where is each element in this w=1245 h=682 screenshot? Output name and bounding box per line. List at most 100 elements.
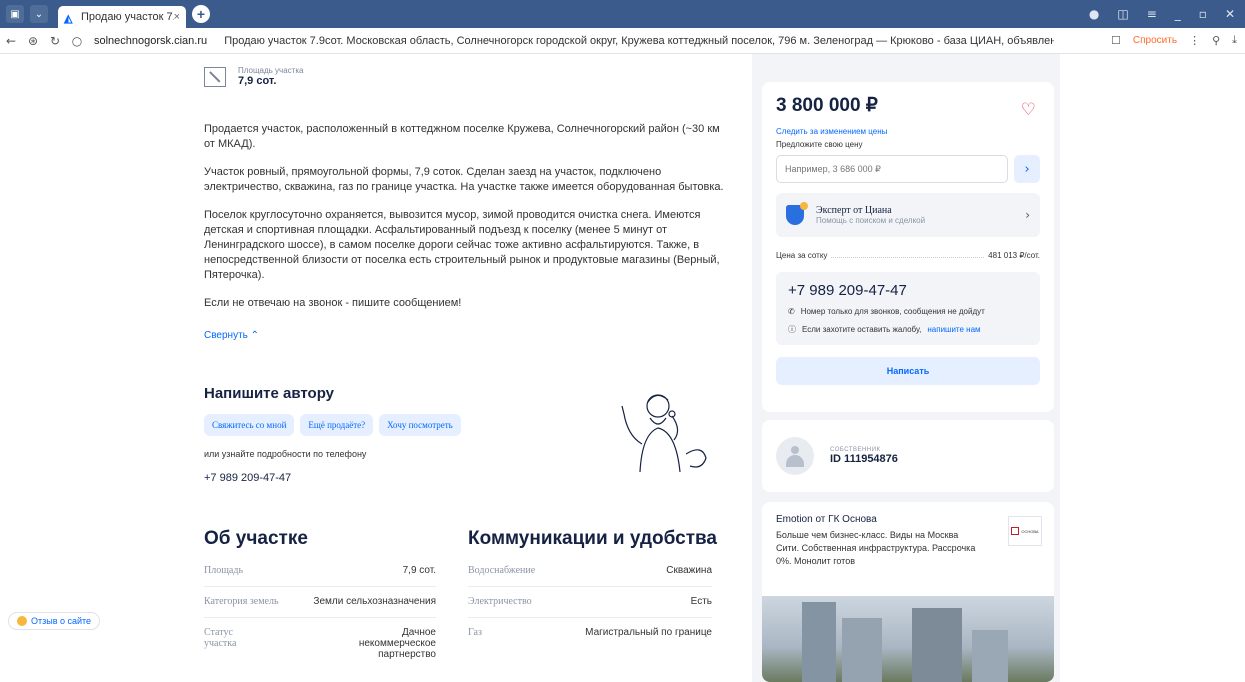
write-us-link[interactable]: напишите нам [927, 325, 980, 334]
fact-key: Площадь [204, 565, 243, 576]
about-facts: Площадь 7,9 сот. Категория земель Земли се… [204, 556, 436, 670]
track-price-link[interactable]: Следить за изменением цены [776, 127, 1040, 136]
address-bar: ← ⊛ ↻ ○ solnechnogorsk.cian.ru Продаю уч… [0, 28, 1245, 54]
bookmarks-icon[interactable]: ◫ [1117, 7, 1128, 21]
user-icon [786, 446, 804, 467]
logo-mark [1011, 527, 1020, 535]
owner-card[interactable]: СОБСТВЕННИК ID 111954876 [762, 420, 1054, 492]
fact-row: Газ Магистральный по границе [468, 618, 712, 648]
avatar [776, 437, 814, 475]
quick-message-chips: Свяжитесь со мной Ещё продаёте? Хочу пос… [204, 414, 461, 436]
fact-row: Водоснабжение Скважина [468, 556, 712, 587]
offer-submit-button[interactable]: › [1014, 155, 1040, 183]
tab-close-icon[interactable]: × [174, 11, 180, 23]
area-label: Площадь участка [238, 66, 304, 75]
chevron-up-icon: ⌃ [250, 330, 260, 341]
fact-row: Электричество Есть [468, 587, 712, 618]
description: Продается участок, расположенный в котте… [204, 122, 724, 324]
reload-icon[interactable]: ↻ [44, 34, 66, 48]
collapse-link[interactable]: Свернуть ⌃ [204, 330, 259, 341]
smile-icon [17, 616, 27, 626]
fact-key: Водоснабжение [468, 565, 536, 576]
tab-title: Продаю участок 7.9сот [81, 11, 174, 23]
author-phone[interactable]: +7 989 209-47-47 [204, 472, 291, 484]
ad-card[interactable]: Emotion от ГК Основа Больше чем бизнес-к… [762, 502, 1054, 682]
fact-row: Площадь 7,9 сот. [204, 556, 436, 587]
chevron-right-icon: › [1024, 161, 1030, 177]
utilities-title: Коммуникации и удобства [468, 528, 718, 549]
download-icon[interactable]: ⤓ [1232, 34, 1237, 47]
fact-row: Статус участка Дачное некоммерческое парт… [204, 618, 436, 670]
shield-icon [786, 202, 808, 225]
person-on-phone-illustration [621, 394, 707, 473]
or-phone-text: или узнайте подробности по телефону [204, 449, 367, 459]
building-shape [802, 602, 836, 682]
write-button[interactable]: Написать [776, 357, 1040, 385]
expert-title: Эксперт от Циана [816, 205, 892, 216]
price-card: 3 800 000 ₽ ♡ Следить за изменением цены… [762, 82, 1054, 412]
land-area-icon [204, 66, 226, 87]
chevron-right-icon: › [1025, 208, 1030, 222]
site-info-icon[interactable]: ○ [66, 34, 88, 48]
protect-icon[interactable]: ⊛ [22, 34, 44, 48]
window-controls: ● ◫ ≡ _ ▫ ✕ [1089, 7, 1245, 21]
menu-icon[interactable]: ≡ [1147, 7, 1157, 21]
more-icon[interactable]: ⋮ [1189, 34, 1200, 47]
contact-box: +7 989 209-47-47 ✆ Номер только для звонк… [776, 272, 1040, 345]
new-tab-icon[interactable]: + [192, 5, 210, 23]
building-shape [842, 618, 882, 682]
expert-banner[interactable]: Эксперт от Циана Помощь с поиском и сдел… [776, 193, 1040, 237]
offer-price-input[interactable] [776, 155, 1009, 183]
ask-button[interactable]: Спросить [1133, 35, 1177, 46]
info-icon: ⓘ [788, 325, 796, 334]
logo-text: ОСНОВА [1021, 528, 1039, 534]
ad-title: Emotion от ГК Основа [776, 514, 877, 525]
write-author-title: Напишите автору [204, 385, 335, 402]
seller-phone[interactable]: +7 989 209-47-47 [788, 282, 1028, 299]
bookmark-icon[interactable]: ☐ [1111, 34, 1121, 47]
utilities-facts: Водоснабжение Скважина Электричество Есть … [468, 556, 712, 648]
description-paragraph: Поселок круглосуточно охраняется, вывози… [204, 209, 720, 281]
profile-icon[interactable]: ● [1089, 7, 1099, 21]
site-feedback-button[interactable]: Отзыв о сайте [8, 612, 101, 630]
browser-titlebar: ▣ ⌄ ◭ Продаю участок 7.9сот × + ● ◫ ≡ _ … [0, 0, 1245, 28]
back-icon[interactable]: ← [0, 34, 22, 48]
feedback-label: Отзыв о сайте [31, 616, 92, 626]
complaint-text: Если захотите оставить жалобу, [802, 325, 922, 334]
fact-key: Газ [468, 627, 482, 638]
calls-only-text: Номер только для звонков, сообщения не д… [800, 307, 985, 316]
fact-key: Категория земель [204, 596, 279, 607]
fact-value: Есть [690, 596, 712, 607]
chip-contact-me[interactable]: Свяжитесь со мной [204, 414, 295, 436]
area-summary: Площадь участка 7,9 сот. [204, 66, 303, 87]
browser-menu-icon[interactable]: ▣ [6, 5, 24, 23]
description-paragraph: Продается участок, расположенный в котте… [204, 123, 720, 150]
description-paragraph: Если не отвечаю на звонок - пишите сообщ… [204, 297, 462, 309]
about-title: Об участке [204, 528, 308, 549]
ppa-label: Цена за сотку [776, 251, 828, 260]
chip-still-selling[interactable]: Ещё продаёте? [300, 414, 374, 436]
close-window-icon[interactable]: ✕ [1225, 7, 1235, 21]
fact-value: 7,9 сот. [402, 565, 436, 576]
url-domain: solnechnogorsk.cian.ru [94, 34, 208, 47]
collapse-label: Свернуть [204, 330, 248, 341]
page-content: Площадь участка 7,9 сот. Продается участ… [0, 54, 1245, 682]
offer-label: Предложите свою цену [776, 140, 863, 149]
extensions-icon[interactable]: ⚲ [1212, 34, 1220, 47]
price-per-are: Цена за сотку 481 013 ₽/сот. [776, 251, 1040, 260]
chip-want-view[interactable]: Хочу посмотреть [379, 414, 461, 436]
building-shape [912, 608, 962, 682]
ad-text: Больше чем бизнес-класс. Виды на Москва … [776, 530, 976, 566]
minimize-icon[interactable]: _ [1175, 7, 1181, 21]
fact-key: Статус участка [204, 627, 237, 649]
browser-tab[interactable]: ◭ Продаю участок 7.9сот × [58, 6, 186, 28]
fact-key: Электричество [468, 596, 532, 607]
maximize-icon[interactable]: ▫ [1199, 7, 1207, 21]
favorite-heart-icon[interactable]: ♡ [1021, 100, 1036, 120]
ppa-value: 481 013 ₽/сот. [988, 251, 1040, 260]
url-field[interactable]: solnechnogorsk.cian.ru Продаю участок 7.… [94, 35, 1054, 47]
expert-subtitle: Помощь с поиском и сделкой [816, 216, 926, 225]
cian-favicon-icon: ◭ [64, 13, 73, 25]
area-value: 7,9 сот. [238, 75, 277, 87]
tabs-dropdown-icon[interactable]: ⌄ [30, 5, 48, 23]
